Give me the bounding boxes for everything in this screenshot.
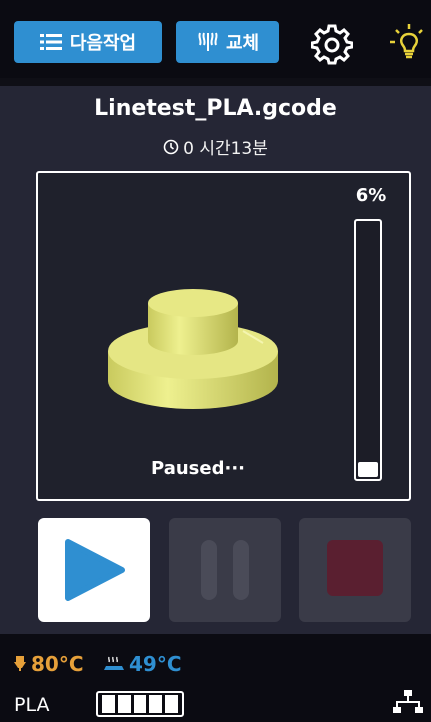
filament-segment: [165, 695, 178, 713]
pause-icon: [201, 540, 249, 600]
next-job-button[interactable]: 다음작업: [14, 21, 162, 63]
network-icon[interactable]: [392, 688, 424, 716]
filament-swap-button[interactable]: 교체: [176, 21, 279, 63]
status-bar: [0, 634, 431, 722]
nozzle-temperature: 80°C: [14, 652, 84, 676]
next-job-label: 다음작업: [69, 33, 137, 54]
filament-level: [96, 691, 184, 717]
list-icon: [39, 34, 62, 50]
progress-fill: [358, 461, 378, 477]
model-preview: Paused··· 6%: [36, 171, 411, 501]
time-remaining: 0 시간13분: [0, 134, 431, 159]
model-render: [108, 289, 278, 409]
swap-label: 교체: [225, 33, 260, 54]
filament-segment: [133, 695, 147, 713]
bed-temp-value: 49°C: [129, 652, 182, 676]
time-remaining-label: 0 시간13분: [183, 139, 268, 159]
filament-icon: [198, 32, 218, 51]
filament-segment: [102, 695, 115, 713]
nozzle-icon: [14, 656, 26, 671]
nozzle-temp-value: 80°C: [31, 652, 84, 676]
play-icon: [65, 539, 125, 601]
filament-segment: [149, 695, 163, 713]
stop-button[interactable]: [299, 518, 411, 622]
progress-percent: 6%: [355, 185, 387, 206]
bulb-icon[interactable]: [388, 22, 430, 64]
resume-button[interactable]: [38, 518, 150, 622]
print-status: Paused···: [151, 458, 245, 479]
bed-icon: [104, 656, 124, 670]
pause-button[interactable]: [169, 518, 281, 622]
gear-icon[interactable]: [311, 24, 353, 66]
material-type: PLA: [14, 694, 50, 716]
progress-bar: [354, 219, 382, 481]
clock-icon: [163, 139, 179, 154]
stop-icon: [327, 540, 383, 596]
bed-temperature: 49°C: [104, 652, 182, 676]
filament-segment: [117, 695, 131, 713]
job-filename: Linetest_PLA.gcode: [94, 96, 337, 121]
